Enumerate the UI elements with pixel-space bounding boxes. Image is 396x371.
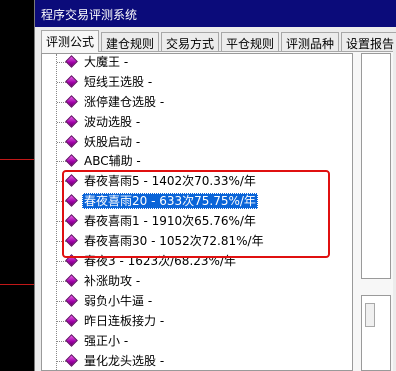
formula-diamond-icon: [65, 194, 78, 207]
chart-line: [0, 284, 34, 285]
tree-item-label: 春夜3 - 1623次/68.23%/年: [84, 254, 236, 268]
formula-diamond-icon: [65, 294, 78, 307]
description-box: [361, 53, 391, 279]
formula-diamond-icon: [65, 55, 78, 68]
formula-diamond-icon: [65, 95, 78, 108]
tab-strip: 评测公式 建仓规则 交易方式 平仓规则 评测品种 设置报告: [35, 30, 396, 52]
formula-diamond-icon: [65, 115, 78, 128]
window-title: 程序交易评测系统: [41, 8, 138, 22]
tree-item-label: 强正小 -: [84, 334, 129, 348]
tree-item[interactable]: 春夜喜雨5 - 1402次70.33%/年: [42, 171, 352, 191]
tree-item[interactable]: 短线王选股 -: [42, 72, 352, 92]
tree-item[interactable]: 涨停建仓选股 -: [42, 92, 352, 112]
formula-diamond-icon: [65, 274, 78, 287]
formula-diamond-icon: [65, 354, 78, 367]
tree-item-label: 春夜喜雨1 - 1910次65.76%/年: [84, 214, 256, 228]
formula-diamond-icon: [65, 135, 78, 148]
tab-trade-mode[interactable]: 交易方式: [161, 32, 220, 51]
tree-item[interactable]: 强正小 -: [42, 331, 352, 351]
tree-item[interactable]: 弱负小牛逼 -: [42, 291, 352, 311]
title-bar[interactable]: 程序交易评测系统: [35, 0, 396, 27]
tree-item[interactable]: 春夜喜雨30 - 1052次72.81%/年: [42, 231, 352, 251]
tree-item-label: 量化龙头选股 -: [84, 354, 165, 368]
tree-item[interactable]: ABC辅助 -: [42, 151, 352, 171]
tab-report-settings[interactable]: 设置报告: [341, 32, 396, 51]
tree-item-label: 短线王选股 -: [84, 75, 153, 89]
chart-line: [0, 159, 34, 160]
tree-item-label: 春夜喜雨30 - 1052次72.81%/年: [84, 234, 264, 248]
tree-item-label: 补涨助攻 -: [84, 274, 141, 288]
tree-item[interactable]: 大魔王 -: [42, 54, 352, 72]
tree-item[interactable]: 量化龙头选股 -: [42, 351, 352, 370]
tree-item-label: 涨停建仓选股 -: [84, 95, 165, 109]
tree-item-label: ABC辅助 -: [84, 154, 141, 168]
tree-item-label: 大魔王 -: [84, 55, 129, 69]
right-side-pane: [357, 53, 393, 371]
tree-item[interactable]: 昨日连板接力 -: [42, 311, 352, 331]
tab-instruments[interactable]: 评测品种: [281, 32, 340, 51]
tree-item[interactable]: 补涨助攻 -: [42, 271, 352, 291]
evaluation-dialog: 程序交易评测系统 评测公式 建仓规则 交易方式 平仓规则 评测品种 设置报告 大…: [34, 0, 396, 371]
tab-exit-rules[interactable]: 平仓规则: [221, 32, 280, 51]
tree-item-label: 春夜喜雨5 - 1402次70.33%/年: [84, 174, 256, 188]
formula-diamond-icon: [65, 214, 78, 227]
tree-item-label: 弱负小牛逼 -: [84, 294, 153, 308]
formula-diamond-icon: [65, 314, 78, 327]
tree-item-label: 昨日连板接力 -: [84, 314, 165, 328]
tree-item[interactable]: 波动选股 -: [42, 112, 352, 132]
tab-entry-rules[interactable]: 建仓规则: [101, 32, 160, 51]
scrollbar-thumb[interactable]: [365, 303, 375, 327]
tree-item[interactable]: 春夜3 - 1623次/68.23%/年: [42, 251, 352, 271]
formula-diamond-icon: [65, 334, 78, 347]
tab-formula[interactable]: 评测公式: [41, 30, 100, 52]
background-chart-strip: [0, 0, 34, 371]
formula-tree[interactable]: 大魔王 - 短线王选股 - 涨停建仓选股 - 波动选股 - 妖股启动 - ABC…: [41, 53, 353, 371]
tree-item[interactable]: 妖股启动 -: [42, 132, 352, 152]
tree-item[interactable]: 春夜喜雨1 - 1910次65.76%/年: [42, 211, 352, 231]
formula-diamond-icon: [65, 234, 78, 247]
formula-diamond-icon: [65, 254, 78, 267]
tree-item-label: 春夜喜雨20 - 633次75.75%/年: [82, 193, 258, 209]
formula-diamond-icon: [65, 75, 78, 88]
tree-item-label: 妖股启动 -: [84, 135, 141, 149]
formula-diamond-icon: [65, 174, 78, 187]
tree-item-label: 波动选股 -: [84, 115, 141, 129]
tree-item-selected[interactable]: 春夜喜雨20 - 633次75.75%/年: [42, 191, 352, 211]
formula-diamond-icon: [65, 154, 78, 167]
